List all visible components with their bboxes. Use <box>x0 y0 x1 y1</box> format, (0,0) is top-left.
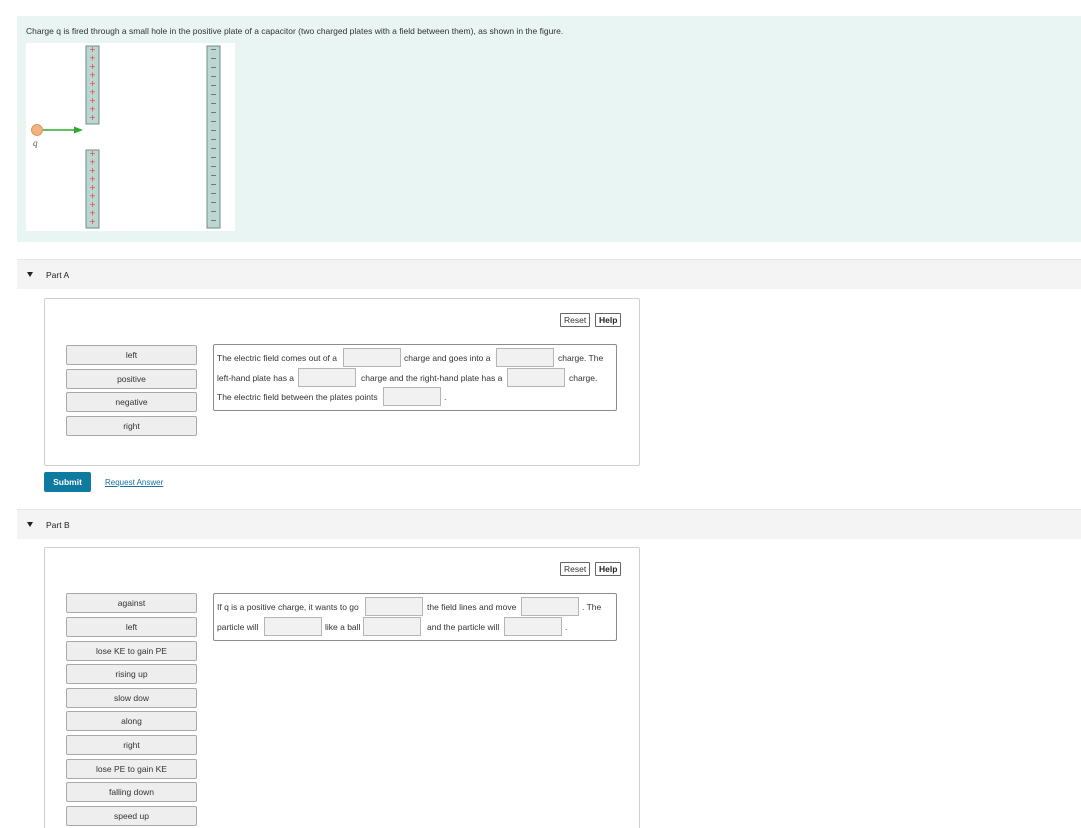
part-b-title: Part B <box>46 520 70 530</box>
part-a-header[interactable]: Part A <box>17 259 1081 289</box>
minus-signs: −−−−−−−−−−−−−−−−−−−− <box>210 45 217 225</box>
drop-target[interactable] <box>383 387 441 406</box>
drop-target[interactable] <box>264 617 322 636</box>
problem-intro: Charge q is fired through a small hole i… <box>17 16 1081 242</box>
minus-sign: − <box>210 81 217 90</box>
capacitor-figure: + + + + + + + + + + + + + + + + + + − − − − − − − − − − − − − − − − − − − − … <box>26 43 235 231</box>
collapse-caret-icon[interactable] <box>27 522 33 527</box>
minus-sign: − <box>210 144 217 153</box>
part-a-panel: Reset Help left positive negative right … <box>44 298 640 466</box>
plus-sign: + <box>89 113 96 122</box>
minus-sign: − <box>210 180 217 189</box>
drag-chip-left[interactable]: left <box>66 345 197 365</box>
drag-chip-right[interactable]: right <box>66 735 197 755</box>
drag-chip-positive[interactable]: positive <box>66 369 197 389</box>
minus-sign: − <box>210 207 217 216</box>
sentence-text: charge and goes into a <box>404 353 491 363</box>
reset-button[interactable]: Reset <box>560 313 591 327</box>
sentence-text: charge. <box>569 373 598 383</box>
part-a-answer-box: The electric field comes out of a charge… <box>213 344 617 411</box>
drag-chip-rising-up[interactable]: rising up <box>66 664 197 684</box>
drop-target[interactable] <box>343 348 401 367</box>
drag-chip-right[interactable]: right <box>66 416 197 436</box>
drag-chip-slow-dow[interactable]: slow dow <box>66 688 197 708</box>
reset-button[interactable]: Reset <box>560 562 591 576</box>
velocity-arrowhead <box>74 126 83 134</box>
sentence-text: charge. The <box>558 353 604 363</box>
drop-target[interactable] <box>298 368 356 387</box>
minus-sign: − <box>210 135 217 144</box>
drag-chip-negative[interactable]: negative <box>66 392 197 412</box>
sentence-text: the field lines and move <box>427 602 517 612</box>
collapse-caret-icon[interactable] <box>27 272 33 277</box>
drop-target[interactable] <box>507 368 565 387</box>
minus-sign: − <box>210 72 217 81</box>
drop-target[interactable] <box>504 617 562 636</box>
minus-sign: − <box>210 126 217 135</box>
drop-target[interactable] <box>496 348 554 367</box>
minus-sign: − <box>210 54 217 63</box>
plus-sign: + <box>89 217 96 226</box>
sentence-text: like a ball <box>325 622 361 632</box>
sentence-text: The electric field comes out of a <box>217 353 338 363</box>
drop-target[interactable] <box>521 597 579 616</box>
drop-target[interactable] <box>363 617 421 636</box>
drag-chip-lose-ke-gain-pe[interactable]: lose KE to gain PE <box>66 641 197 661</box>
minus-sign: − <box>210 171 217 180</box>
sentence-text: particle will <box>217 622 259 632</box>
request-answer-link[interactable]: Request Answer <box>105 478 163 487</box>
sentence-text: left-hand plate has a <box>217 373 295 383</box>
sentence-text: The electric field between the plates po… <box>217 392 378 402</box>
help-button[interactable]: Help <box>595 313 622 327</box>
sentence-text: and the particle will <box>427 622 500 632</box>
plus-signs: ++++++++++++++++++ <box>89 45 96 226</box>
charge-ball <box>31 124 43 136</box>
minus-sign: − <box>210 216 217 225</box>
minus-sign: − <box>210 117 217 126</box>
drag-chip-lose-pe-gain-ke[interactable]: lose PE to gain KE <box>66 759 197 779</box>
part-b-panel: Reset Help against left lose KE to gain … <box>44 547 640 828</box>
submit-button[interactable]: Submit <box>44 472 91 492</box>
drag-chip-left[interactable]: left <box>66 617 197 637</box>
drag-chip-falling-down[interactable]: falling down <box>66 782 197 802</box>
drag-chip-along[interactable]: along <box>66 711 197 731</box>
part-b-answer-box: If q is a positive charge, it wants to g… <box>213 593 617 641</box>
sentence-text: . The <box>582 602 602 612</box>
minus-sign: − <box>210 45 217 54</box>
minus-sign: − <box>210 108 217 117</box>
minus-sign: − <box>210 90 217 99</box>
sentence-text: charge and the right-hand plate has a <box>361 373 503 383</box>
charge-label: q <box>33 138 38 148</box>
problem-statement: Charge q is fired through a small hole i… <box>26 26 564 36</box>
drop-target[interactable] <box>365 597 423 616</box>
drag-chip-against[interactable]: against <box>66 593 197 613</box>
minus-sign: − <box>210 198 217 207</box>
minus-sign: − <box>210 63 217 72</box>
sentence-text: If q is a positive charge, it wants to g… <box>217 602 359 612</box>
minus-sign: − <box>210 189 217 198</box>
help-button[interactable]: Help <box>595 562 622 576</box>
sentence-text: . <box>565 622 568 632</box>
minus-sign: − <box>210 162 217 171</box>
part-b-header[interactable]: Part B <box>17 509 1081 539</box>
sentence-text: . <box>444 392 447 402</box>
drag-chip-speed-up[interactable]: speed up <box>66 806 197 826</box>
minus-sign: − <box>210 99 217 108</box>
minus-sign: − <box>210 153 217 162</box>
part-a-title: Part A <box>46 270 70 280</box>
